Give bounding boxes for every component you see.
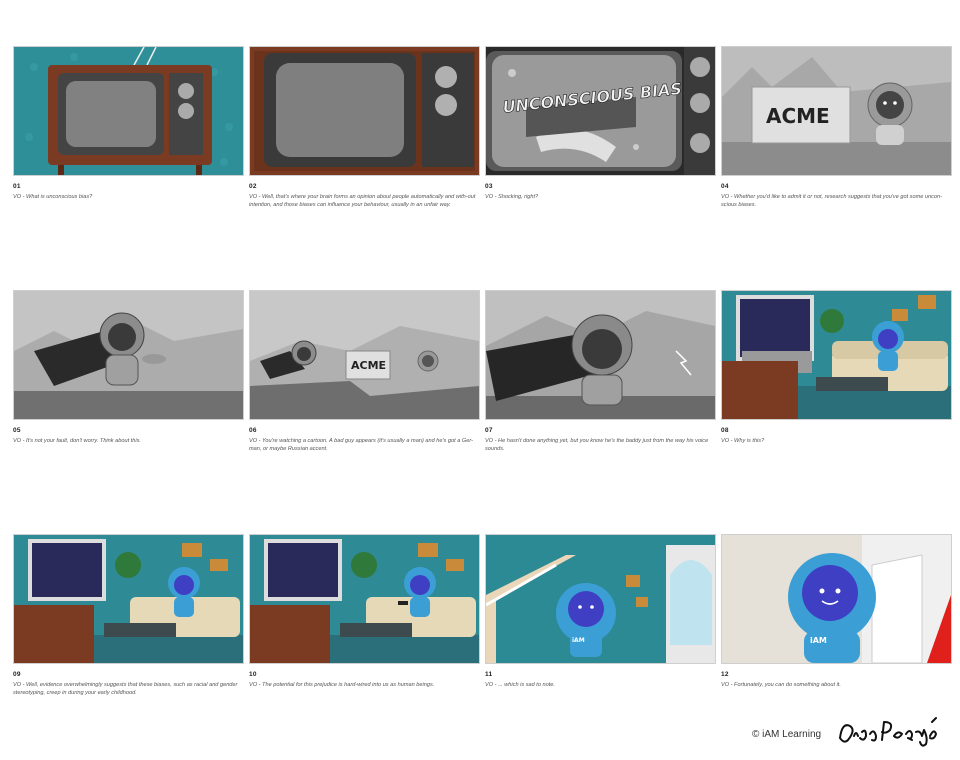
panel-image-07: [485, 290, 716, 420]
storyboard-frame-11: iAM 11 VO - ... which is sad to note.: [485, 534, 716, 690]
panel-image-05: [13, 290, 244, 420]
frame-number: 03: [485, 183, 493, 190]
frame-number: 08: [721, 427, 729, 434]
panel-image-11: iAM: [485, 534, 716, 664]
storyboard-frame-04: ACME 04 VO - Whether you'd like to admit…: [721, 46, 952, 209]
storyboard-frame-02: 02 VO - Well, that's where your brain fo…: [249, 46, 480, 209]
storyboard-frame-05: 05 VO - It's not your fault, don't worry…: [13, 290, 244, 446]
acme-sign: ACME: [351, 359, 386, 372]
frame-number: 06: [249, 427, 257, 434]
panel-image-09: [13, 534, 244, 664]
storyboard-frame-10: 10 VO - The potential for this prejudice…: [249, 534, 480, 690]
frame-number: 01: [13, 183, 21, 190]
frame-number: 11: [485, 671, 493, 678]
frame-number: 02: [249, 183, 257, 190]
frame-caption: VO - You're watching a cartoon. A bad gu…: [249, 438, 473, 452]
storyboard-frame-07: 07 VO - He hasn't done anything yet, but…: [485, 290, 716, 453]
iam-badge: iAM: [810, 636, 827, 645]
frame-number: 05: [13, 427, 21, 434]
storyboard-frame-01: 01 VO - What is unconscious bias?: [13, 46, 244, 202]
frame-caption: VO - Well, evidence overwhelmingly sugge…: [13, 682, 238, 696]
panel-image-01: [13, 46, 244, 176]
frame-caption: VO - It's not your fault, don't worry. T…: [13, 438, 141, 444]
frame-caption: VO - Fortunately, you can do something a…: [721, 682, 841, 688]
frame-caption: VO - Well, that's where your brain forms…: [249, 194, 476, 208]
panel-image-03: UNCONSCIOUS BIAS!: [485, 46, 716, 176]
panel-image-10: [249, 534, 480, 664]
frame-caption: VO - Why is this?: [721, 438, 765, 444]
frame-caption: VO - He hasn't done anything yet, but yo…: [485, 438, 709, 452]
frame-caption: VO - The potential for this prejudice is…: [249, 682, 435, 688]
storyboard-frame-03: UNCONSCIOUS BIAS! 03 VO - Shocking, righ…: [485, 46, 716, 202]
storyboard-frame-08: 08 VO - Why is this?: [721, 290, 952, 446]
storyboard-frame-06: ACME 06 VO - You're watching a cartoon. …: [249, 290, 480, 453]
frame-caption: VO - ... which is sad to note.: [485, 682, 555, 688]
panel-image-06: ACME: [249, 290, 480, 420]
frame-number: 07: [485, 427, 493, 434]
storyboard-frame-09: 09 VO - Well, evidence overwhelmingly su…: [13, 534, 244, 697]
frame-caption: VO - Whether you'd like to admit it or n…: [721, 194, 943, 208]
panel-image-02: [249, 46, 480, 176]
storyboard-frame-12: iAM 12 VO - Fortunately, you can do some…: [721, 534, 952, 690]
panel-image-04: ACME: [721, 46, 952, 176]
frame-number: 10: [249, 671, 257, 678]
copyright-text: © iAM Learning: [752, 729, 822, 740]
iam-badge: iAM: [572, 637, 585, 644]
frame-number: 04: [721, 183, 729, 190]
panel-image-08: [721, 290, 952, 420]
frame-number: 09: [13, 671, 21, 678]
frame-caption: VO - Shocking, right?: [485, 194, 539, 200]
frame-caption: VO - What is unconscious bias?: [13, 194, 93, 200]
artist-signature: [839, 717, 937, 747]
panel-image-12: iAM: [721, 534, 952, 664]
acme-sign: ACME: [766, 104, 830, 128]
frame-number: 12: [721, 671, 729, 678]
